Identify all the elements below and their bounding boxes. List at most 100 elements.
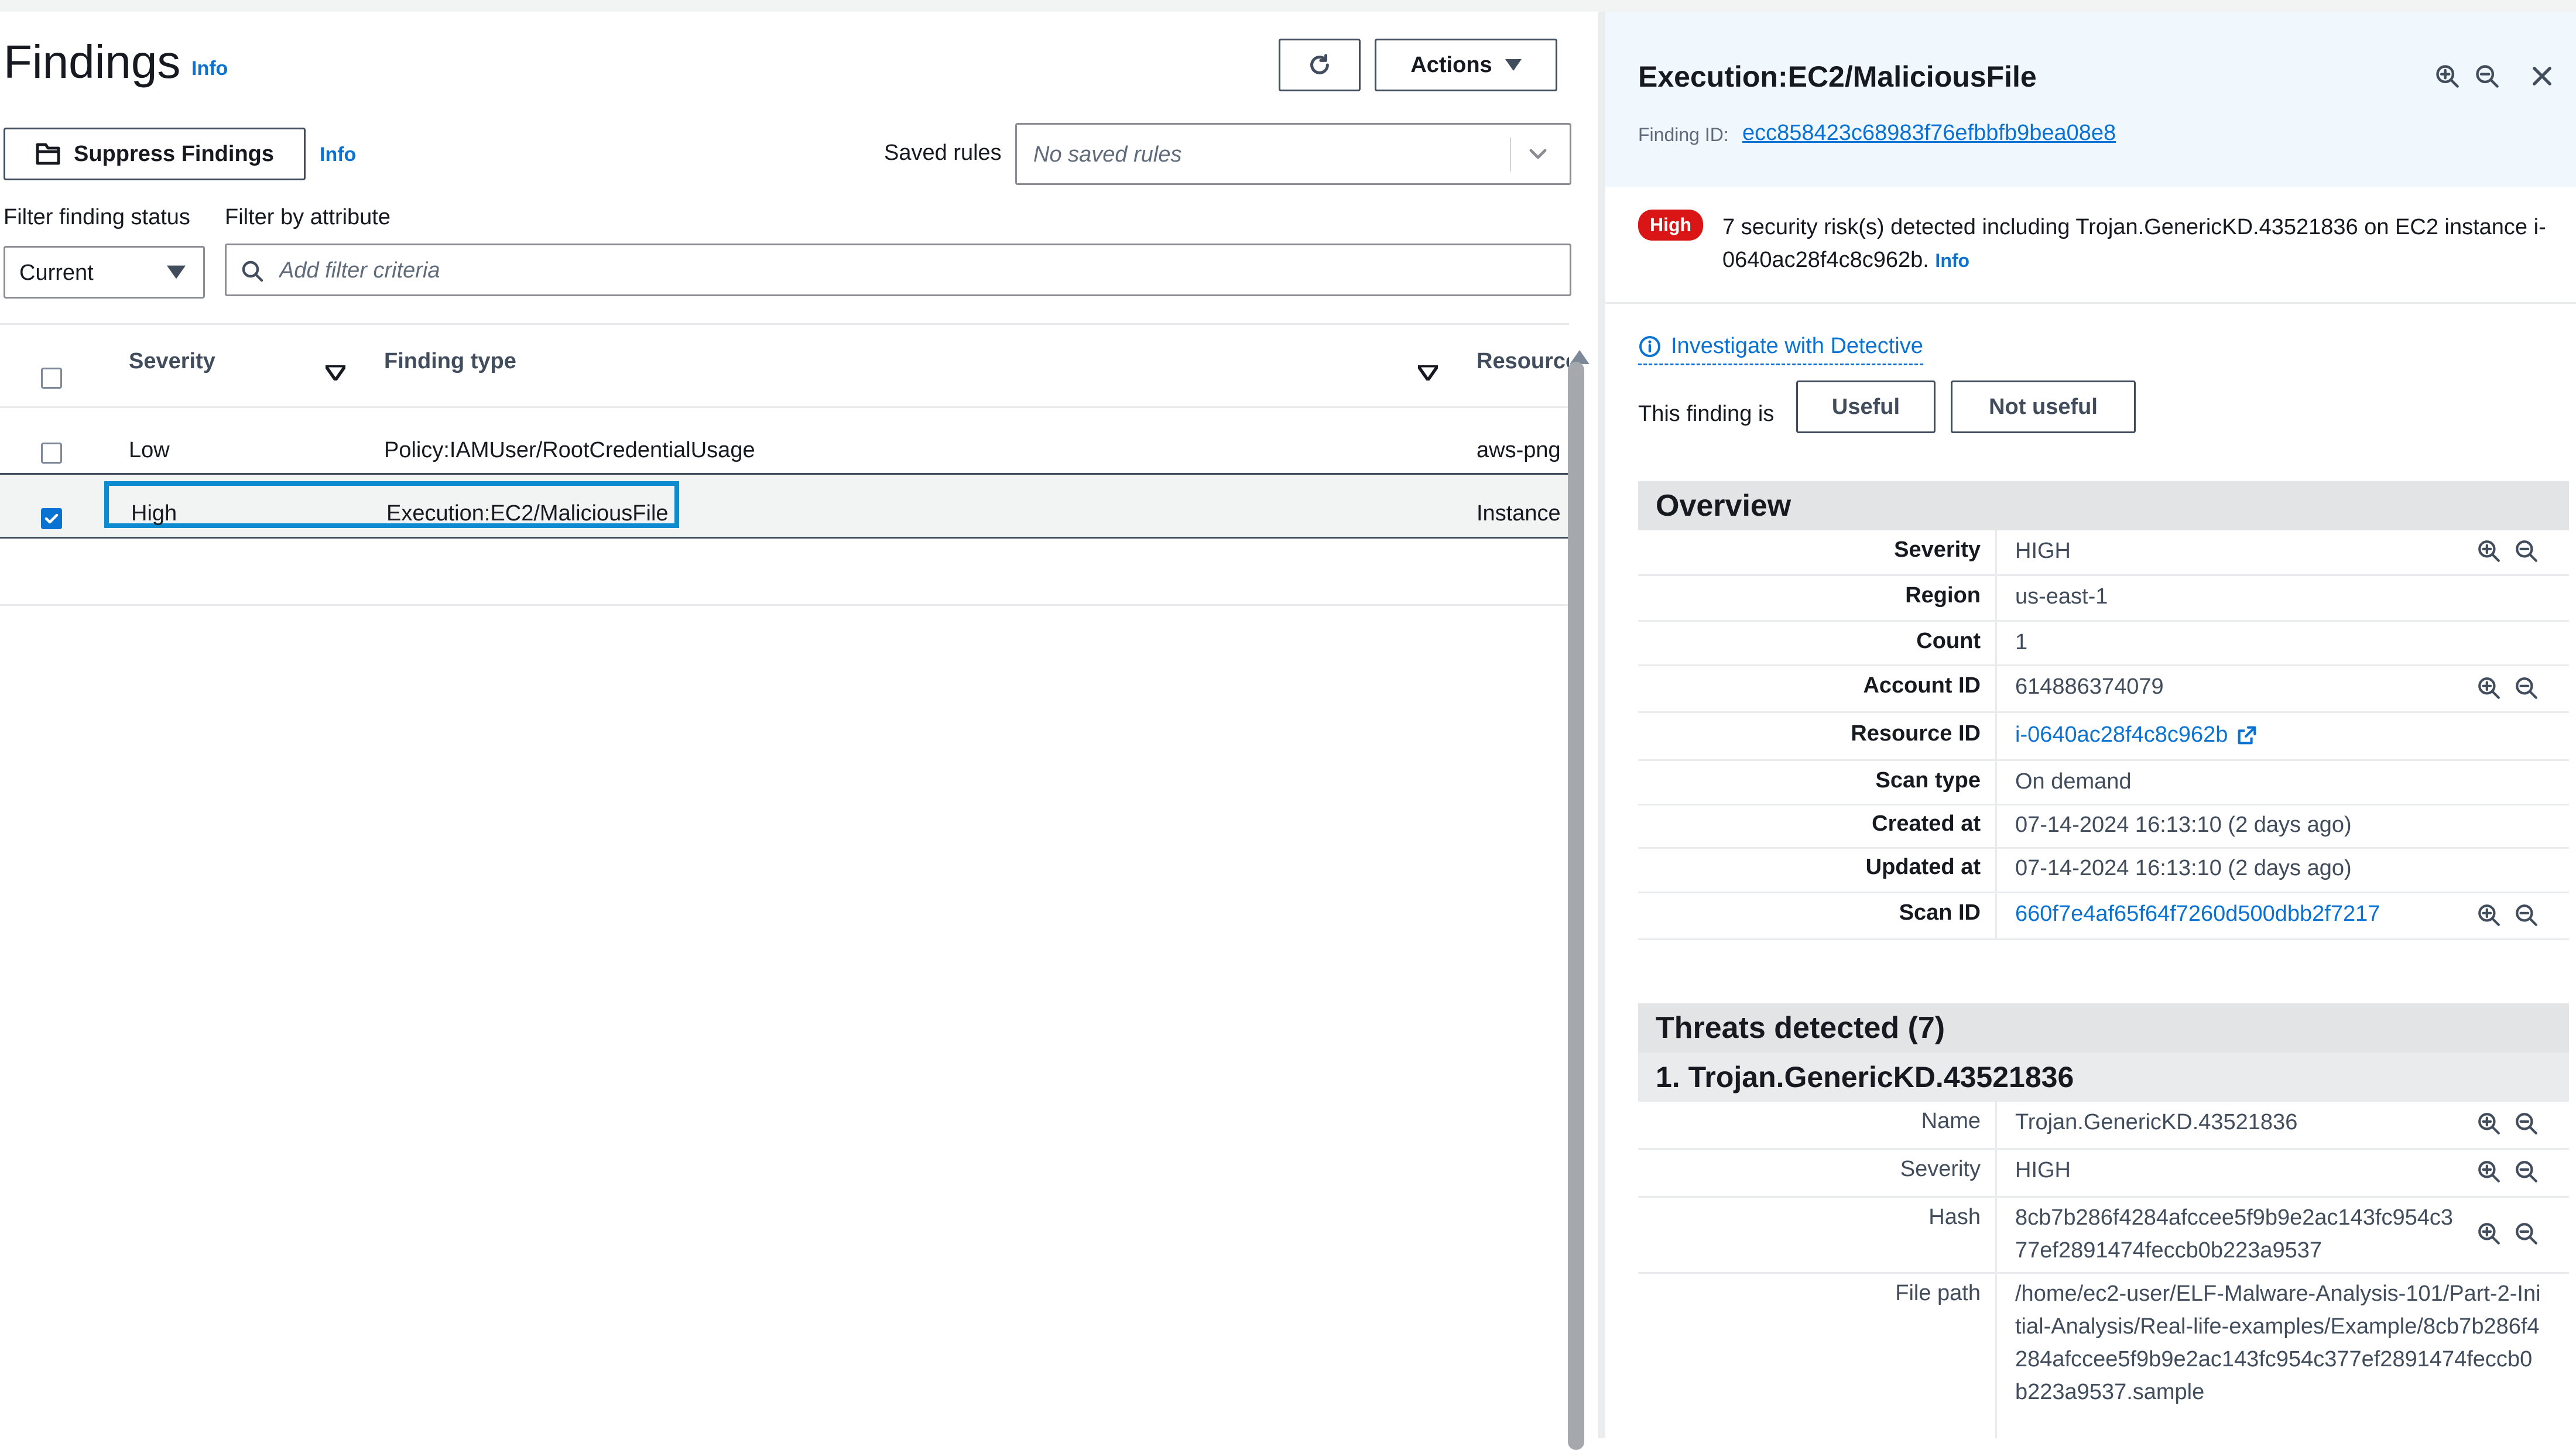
row-finding-type[interactable]: Execution:EC2/MaliciousFile — [386, 501, 669, 526]
page-title: Findings — [4, 36, 181, 88]
row-resource[interactable]: Instance — [1477, 501, 1569, 526]
title-info-link[interactable]: Info — [191, 57, 228, 80]
finding-feedback-label: This finding is — [1638, 402, 1775, 426]
zoom-in-icon[interactable] — [2434, 63, 2460, 89]
kv-key: Count — [1916, 629, 1981, 653]
close-icon[interactable] — [2529, 63, 2555, 89]
kv-value: us-east-1 — [2015, 584, 2108, 609]
kv-key: Resource ID — [1851, 721, 1981, 746]
investigate-detective-link[interactable]: Investigate with Detective — [1638, 334, 1923, 365]
finding-id-link[interactable]: ecc858423c68983f76efbbfb9bea08e8 — [1742, 121, 2116, 146]
kv-value: /home/ec2-user/ELF-Malware-Analysis-101/… — [2015, 1281, 2541, 1404]
status-value: Current — [19, 260, 94, 285]
row-checkbox-checked[interactable] — [41, 508, 62, 529]
kv-key: Scan ID — [1899, 900, 1981, 925]
caret-down-icon — [167, 265, 186, 279]
useful-button[interactable]: Useful — [1796, 381, 1936, 433]
finding-status-select[interactable]: Current — [4, 246, 205, 299]
kv-key: File path — [1895, 1281, 1981, 1305]
detective-label: Investigate with Detective — [1671, 334, 1923, 358]
overview-section-header[interactable]: Overview — [1638, 481, 2569, 530]
kv-divider — [1995, 666, 1997, 711]
finding-summary: 7 security risk(s) detected including Tr… — [1722, 211, 2554, 277]
saved-rules-label: Saved rules — [884, 140, 1002, 165]
summary-info-link[interactable]: Info — [1935, 250, 1969, 271]
select-divider — [1510, 138, 1511, 172]
zoom-in-icon[interactable] — [2476, 539, 2501, 563]
zoom-out-icon[interactable] — [2514, 676, 2539, 700]
details-header — [1605, 12, 2576, 187]
row-divider — [0, 604, 1569, 606]
kv-key: Region — [1905, 583, 1981, 608]
row-severity: Low — [129, 438, 170, 462]
select-all-checkbox[interactable] — [41, 368, 62, 389]
zoom-out-icon[interactable] — [2514, 1221, 2539, 1246]
kv-key: Severity — [1894, 537, 1981, 562]
suppress-findings-button[interactable]: Suppress Findings — [4, 128, 306, 180]
zoom-in-icon[interactable] — [2476, 903, 2501, 927]
kv-divider — [1995, 805, 1997, 847]
filter-criteria-field[interactable] — [278, 255, 1393, 286]
caret-down-icon — [1505, 59, 1522, 71]
kv-zoom-controls — [2476, 539, 2539, 563]
zoom-out-icon[interactable] — [2514, 903, 2539, 927]
overview-row-region: Region us-east-1 — [1638, 576, 2569, 622]
zoom-out-icon[interactable] — [2474, 63, 2500, 89]
scan-id-link[interactable]: 660f7e4af65f64f7260d500dbb2f7217 — [2015, 901, 2380, 927]
sort-icon[interactable] — [1418, 365, 1438, 381]
overview-row-account-id: Account ID 614886374079 — [1638, 666, 2569, 713]
kv-value: 07-14-2024 16:13:10 (2 days ago) — [2015, 813, 2352, 837]
summary-divider — [1605, 302, 2576, 304]
zoom-out-icon[interactable] — [2514, 1111, 2539, 1136]
row-resource[interactable]: aws-png — [1477, 438, 1569, 463]
kv-value: On demand — [2015, 769, 2132, 794]
resource-id-link[interactable]: i-0640ac28f4c8c962b — [2015, 722, 2258, 748]
filter-attribute-input[interactable] — [225, 244, 1571, 296]
kv-value: 8cb7b286f4284afccee5f9b9e2ac143fc954c377… — [2015, 1205, 2453, 1263]
actions-label: Actions — [1410, 52, 1492, 77]
zoom-in-icon[interactable] — [2476, 1221, 2501, 1246]
kv-value: 1 — [2015, 630, 2028, 654]
not-useful-button[interactable]: Not useful — [1951, 381, 2136, 433]
zoom-in-icon[interactable] — [2476, 676, 2501, 700]
finding-details-panel: Execution:EC2/MaliciousFile Finding ID: … — [1605, 12, 2576, 1438]
kv-divider — [1995, 1198, 1997, 1272]
kv-value: 614886374079 — [2015, 674, 2164, 699]
kv-divider — [1995, 761, 1997, 804]
suppress-info-link[interactable]: Info — [320, 143, 356, 166]
threat-1-header[interactable]: 1. Trojan.GenericKD.43521836 — [1638, 1053, 2569, 1102]
vertical-scrollbar[interactable] — [1568, 362, 1584, 1450]
findings-panel: Findings Info Actions Suppress Findings … — [0, 12, 1598, 1450]
column-header-finding-type[interactable]: Finding type — [384, 349, 516, 374]
saved-rules-select[interactable]: No saved rules — [1015, 123, 1571, 185]
sort-icon[interactable] — [326, 365, 345, 381]
zoom-in-icon[interactable] — [2476, 1111, 2501, 1136]
kv-key: Name — [1921, 1109, 1981, 1133]
threat-row-file-path: File path /home/ec2-user/ELF-Malware-Ana… — [1638, 1274, 2569, 1438]
kv-key: Updated at — [1865, 855, 1981, 879]
zoom-in-icon[interactable] — [2476, 1159, 2501, 1184]
kv-value: HIGH — [2015, 539, 2071, 563]
row-finding-type[interactable]: Policy:IAMUser/RootCredentialUsage — [384, 438, 755, 463]
kv-divider — [1995, 1150, 1997, 1196]
threats-section-header[interactable]: Threats detected (7) — [1638, 1003, 2569, 1053]
checkmark-icon — [44, 513, 59, 524]
kv-zoom-controls — [2476, 903, 2539, 927]
panel-divider[interactable] — [1598, 12, 1605, 1438]
overview-row-count: Count 1 — [1638, 622, 2569, 666]
kv-key: Hash — [1928, 1205, 1981, 1229]
column-header-resource[interactable]: Resource — [1477, 349, 1569, 374]
chevron-down-icon — [1526, 142, 1550, 166]
zoom-out-icon[interactable] — [2514, 1159, 2539, 1184]
refresh-button[interactable] — [1279, 39, 1361, 91]
summary-text: 7 security risk(s) detected including Tr… — [1722, 215, 2546, 272]
actions-button[interactable]: Actions — [1375, 39, 1557, 91]
resource-id-text: i-0640ac28f4c8c962b — [2015, 722, 2228, 747]
row-checkbox[interactable] — [41, 443, 62, 464]
kv-zoom-controls — [2476, 1111, 2539, 1136]
column-header-severity[interactable]: Severity — [129, 349, 215, 374]
zoom-out-icon[interactable] — [2514, 539, 2539, 563]
overview-row-severity: Severity HIGH — [1638, 530, 2569, 576]
kv-zoom-controls — [2476, 676, 2539, 700]
saved-rules-placeholder: No saved rules — [1033, 142, 1182, 167]
